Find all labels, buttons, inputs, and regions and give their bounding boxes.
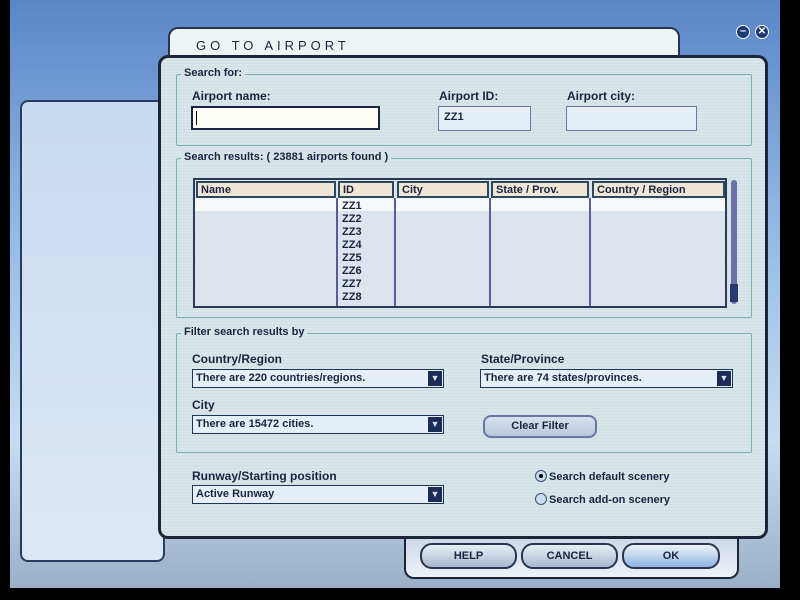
filter-group bbox=[176, 333, 752, 453]
runway-value: Active Runway bbox=[196, 488, 275, 500]
column-divider bbox=[336, 198, 338, 306]
airport-city-input[interactable] bbox=[566, 106, 697, 131]
search-results-legend: Search results: ( 23881 airports found ) bbox=[181, 151, 392, 163]
airport-name-label: Airport name: bbox=[192, 89, 271, 103]
column-header-state[interactable]: State / Prov. bbox=[491, 181, 589, 198]
table-cell-id[interactable]: ZZ7 bbox=[342, 278, 362, 290]
window-title: GO TO AIRPORT bbox=[196, 38, 350, 53]
clear-filter-button[interactable]: Clear Filter bbox=[483, 415, 597, 438]
chevron-down-icon[interactable]: ▼ bbox=[428, 487, 442, 502]
state-province-label: State/Province bbox=[481, 352, 565, 366]
column-divider bbox=[489, 198, 491, 306]
chevron-down-icon[interactable]: ▼ bbox=[717, 371, 731, 386]
chevron-down-icon[interactable]: ▼ bbox=[428, 371, 442, 386]
column-header-city[interactable]: City bbox=[397, 181, 489, 198]
state-province-dropdown[interactable]: There are 74 states/provinces. ▼ bbox=[480, 369, 733, 388]
search-default-scenery-radio[interactable]: Search default scenery bbox=[535, 470, 669, 483]
search-default-scenery-label: Search default scenery bbox=[549, 471, 670, 483]
table-cell-id[interactable]: ZZ1 bbox=[342, 200, 362, 212]
table-cell-id[interactable]: ZZ2 bbox=[342, 213, 362, 225]
state-province-value: There are 74 states/provinces. bbox=[484, 372, 642, 384]
column-header-name[interactable]: Name bbox=[196, 181, 336, 198]
search-addon-scenery-radio[interactable]: Search add-on scenery bbox=[535, 493, 670, 506]
search-for-legend: Search for: bbox=[181, 67, 246, 79]
table-cell-id[interactable]: ZZ8 bbox=[342, 291, 362, 303]
filter-legend: Filter search results by bbox=[181, 326, 308, 338]
city-label: City bbox=[192, 398, 215, 412]
runway-dropdown[interactable]: Active Runway ▼ bbox=[192, 485, 444, 504]
column-divider bbox=[589, 198, 591, 306]
column-header-id[interactable]: ID bbox=[338, 181, 394, 198]
table-cell-id[interactable]: ZZ5 bbox=[342, 252, 362, 264]
city-value: There are 15472 cities. bbox=[196, 418, 314, 430]
radio-selected-icon bbox=[535, 470, 547, 482]
column-header-country[interactable]: Country / Region bbox=[592, 181, 725, 198]
country-region-dropdown[interactable]: There are 220 countries/regions. ▼ bbox=[192, 369, 444, 388]
cancel-button[interactable]: CANCEL bbox=[521, 543, 618, 569]
column-divider bbox=[394, 198, 396, 306]
country-region-value: There are 220 countries/regions. bbox=[196, 372, 366, 384]
chevron-down-icon[interactable]: ▼ bbox=[428, 417, 442, 432]
results-table: Name ID City State / Prov. Country / Reg… bbox=[193, 178, 727, 308]
table-cell-id[interactable]: ZZ6 bbox=[342, 265, 362, 277]
search-addon-scenery-label: Search add-on scenery bbox=[549, 494, 671, 506]
airport-id-input[interactable]: ZZ1 bbox=[438, 106, 531, 131]
scrollbar-thumb[interactable] bbox=[730, 284, 738, 302]
airport-name-input[interactable] bbox=[191, 106, 380, 130]
table-cell-id[interactable]: ZZ4 bbox=[342, 239, 362, 251]
table-row-selected[interactable] bbox=[195, 198, 725, 211]
text-cursor bbox=[196, 111, 197, 125]
radio-unselected-icon bbox=[535, 493, 547, 505]
close-icon[interactable]: ✕ bbox=[755, 25, 769, 39]
runway-label: Runway/Starting position bbox=[192, 469, 337, 483]
airport-id-label: Airport ID: bbox=[439, 89, 499, 103]
side-panel bbox=[20, 100, 165, 562]
city-dropdown[interactable]: There are 15472 cities. ▼ bbox=[192, 415, 444, 434]
country-region-label: Country/Region bbox=[192, 352, 282, 366]
table-cell-id[interactable]: ZZ3 bbox=[342, 226, 362, 238]
airport-city-label: Airport city: bbox=[567, 89, 636, 103]
minimize-icon[interactable]: – bbox=[736, 25, 750, 39]
help-button[interactable]: HELP bbox=[420, 543, 517, 569]
ok-button[interactable]: OK bbox=[622, 543, 720, 569]
